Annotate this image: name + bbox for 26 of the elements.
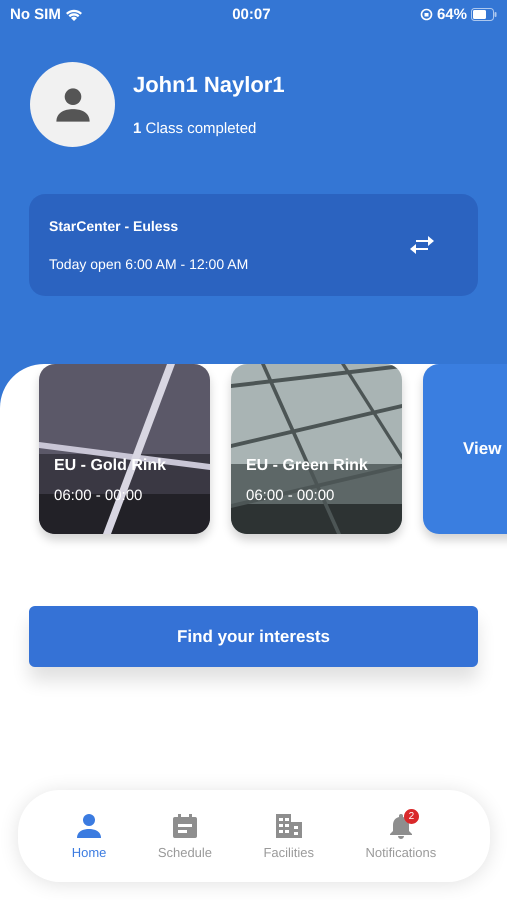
- location-card[interactable]: StarCenter - Euless Today open 6:00 AM - 12:00 AM: [29, 194, 478, 296]
- tab[interactable]: Facilities: [263, 812, 314, 860]
- building-icon: [274, 812, 303, 838]
- person-icon: [76, 812, 102, 838]
- wifi-icon: [64, 8, 83, 20]
- find-interests-button[interactable]: Find your interests: [29, 606, 478, 667]
- swap-icon[interactable]: [410, 236, 434, 254]
- view-all-card[interactable]: View: [423, 364, 507, 534]
- notification-badge: 2: [404, 808, 419, 824]
- user-name: John1 Naylor1: [133, 72, 285, 98]
- tab[interactable]: Home: [72, 812, 106, 860]
- location-hours: Today open 6:00 AM - 12:00 AM: [49, 256, 248, 272]
- tab[interactable]: Schedule: [158, 812, 212, 860]
- clock-time: 00:07: [232, 6, 271, 22]
- person-icon: [54, 86, 90, 122]
- location-name: StarCenter - Euless: [49, 218, 180, 234]
- battery-icon: [471, 8, 497, 20]
- rink-hours: 06:00 - 00:00: [246, 487, 336, 504]
- classes-completed: 1 Class completed: [133, 120, 258, 137]
- rink-card[interactable]: EU - Green Rink 06:00 - 00:00: [231, 364, 402, 534]
- rotation-lock-icon: [420, 8, 433, 20]
- calendar-icon: [172, 812, 198, 838]
- bell-icon: [388, 812, 414, 838]
- battery-percent: 64%: [436, 6, 467, 22]
- carrier-label: No SIM: [10, 6, 61, 22]
- rink-name: EU - Green Rink: [246, 457, 368, 475]
